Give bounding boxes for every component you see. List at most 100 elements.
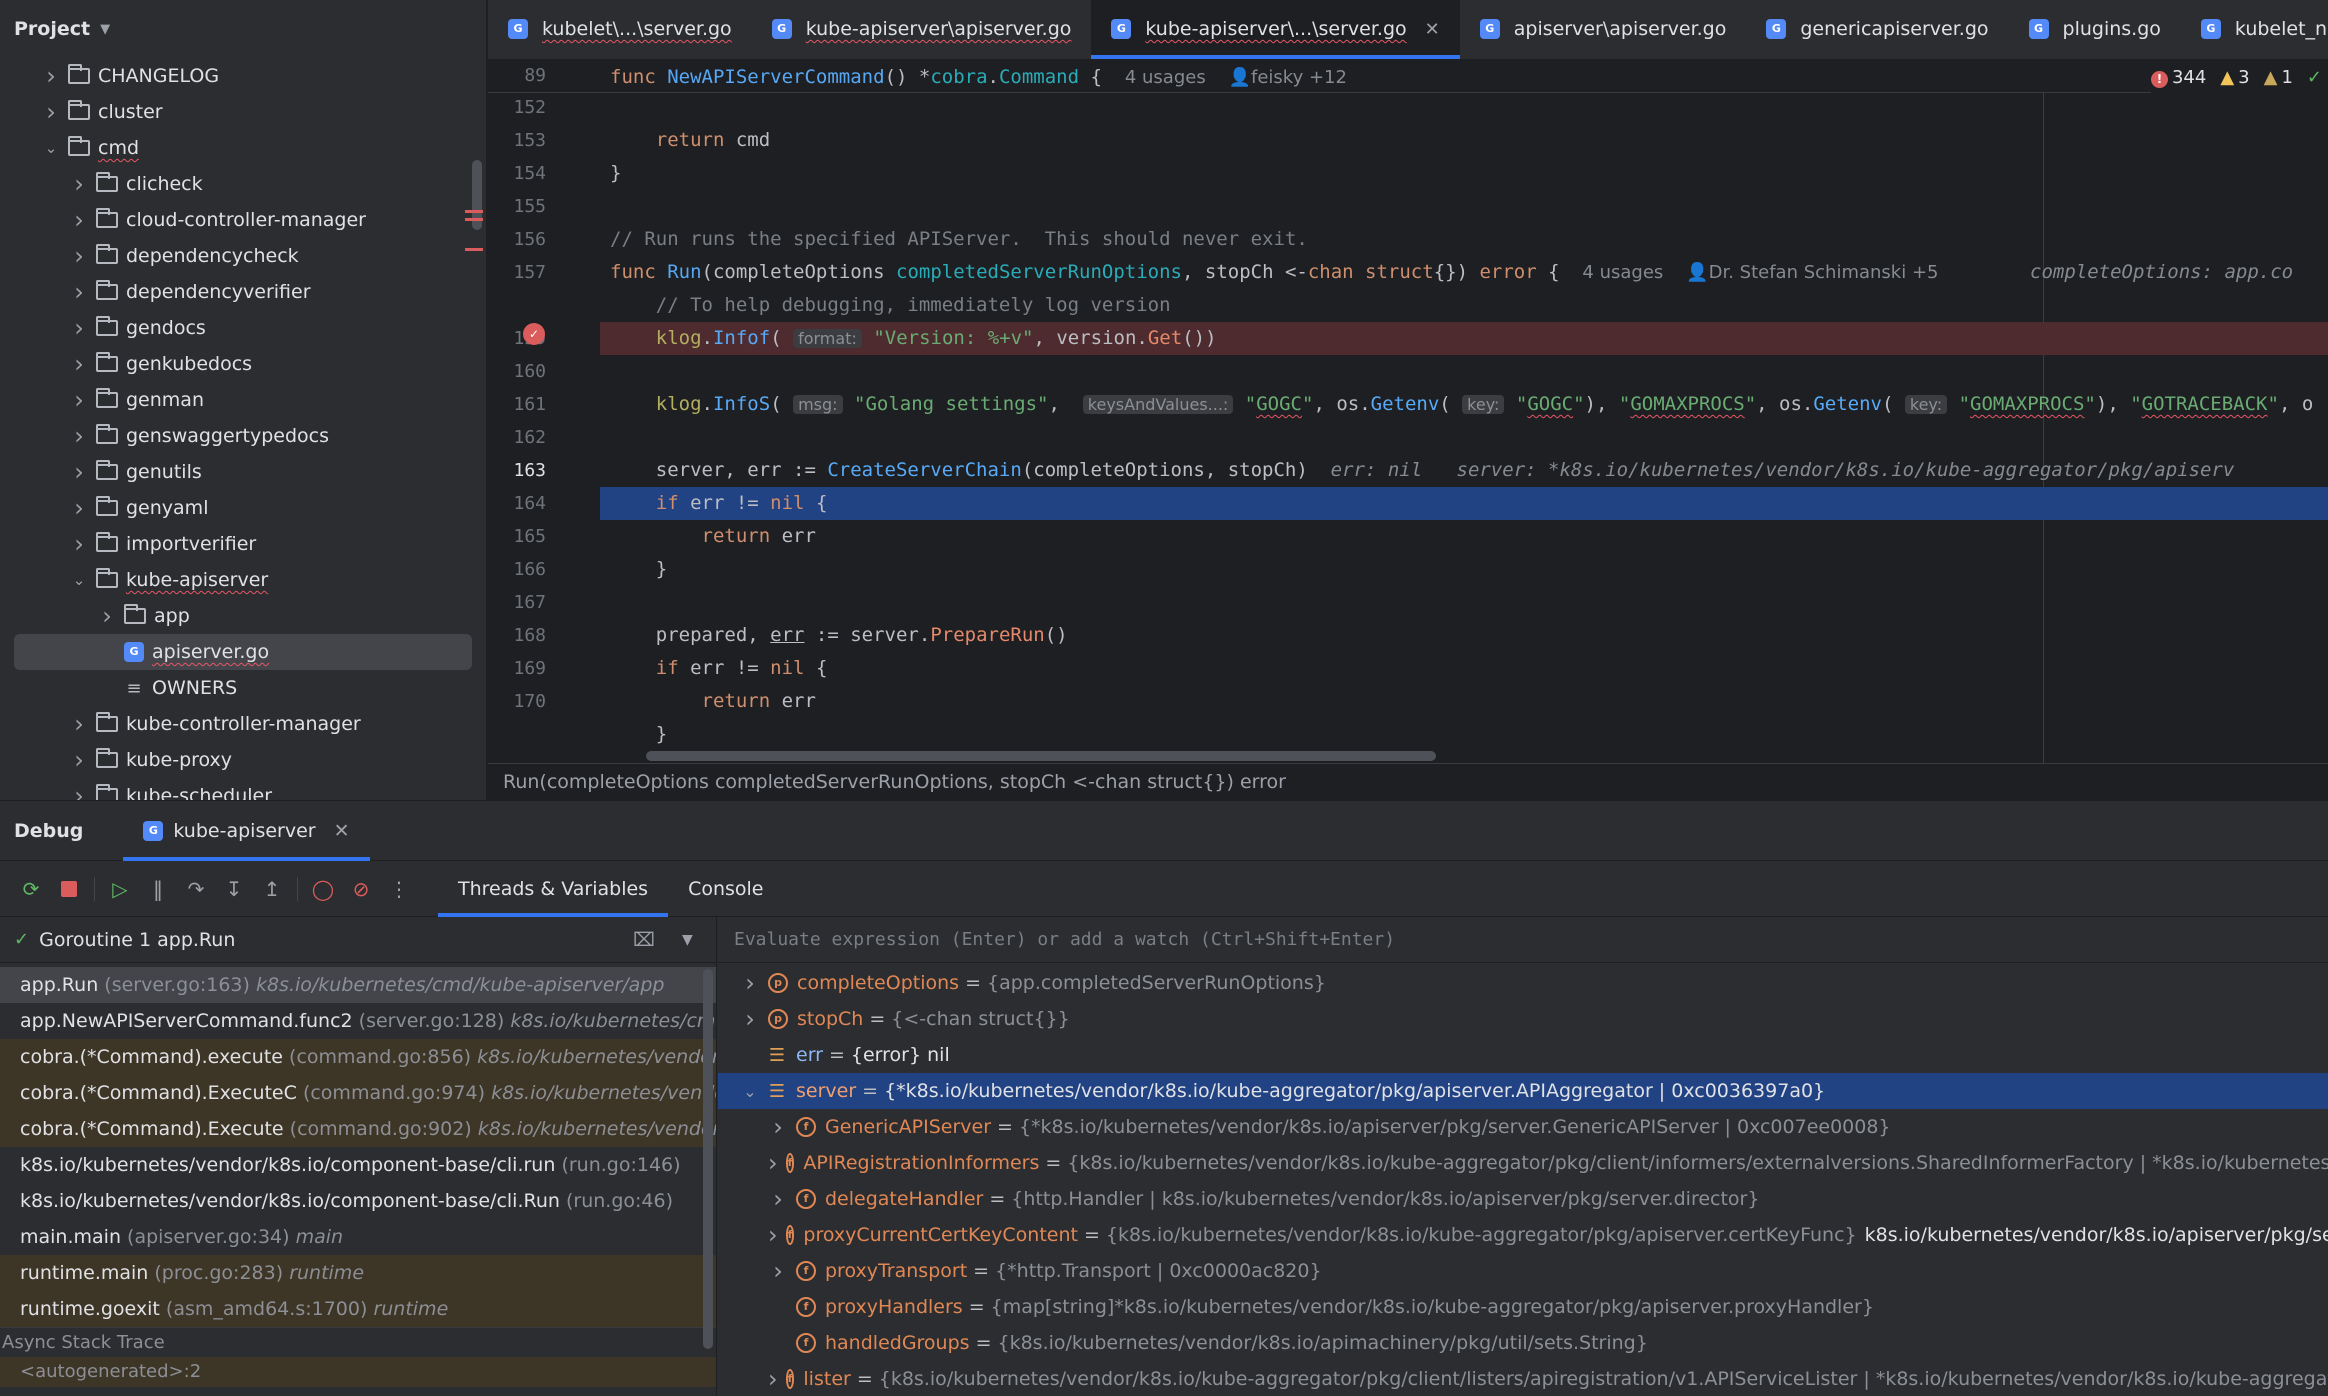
chevron-right-icon[interactable]: › xyxy=(68,422,90,450)
editor-tab[interactable]: Gkube-apiserver\...\server.go ✕ xyxy=(1091,0,1461,59)
editor-tab[interactable]: Gplugins.go xyxy=(2009,0,2181,59)
tree-item[interactable]: Gapiserver.go xyxy=(14,634,472,670)
chevron-down-icon[interactable]: ⌄ xyxy=(68,571,90,589)
variable-row[interactable]: f proxyHandlers = {map[string]*k8s.io/kuber… xyxy=(718,1289,2328,1325)
chevron-right-icon[interactable]: › xyxy=(68,314,90,342)
chevron-down-icon[interactable]: ▼ xyxy=(682,932,693,948)
weak-warning-count[interactable]: ▲ 1 xyxy=(2264,67,2293,88)
variable-row[interactable]: › f proxyTransport = {*http.Transport | 0xc0… xyxy=(718,1253,2328,1289)
step-into-icon[interactable]: ↧ xyxy=(215,870,253,908)
tree-item[interactable]: › dependencyverifier xyxy=(0,274,486,310)
view-breakpoints-icon[interactable]: ◯ xyxy=(304,870,342,908)
tree-item[interactable]: › genman xyxy=(0,382,486,418)
chevron-down-icon[interactable]: ⌄ xyxy=(40,139,62,157)
chevron-down-icon[interactable]: ⌄ xyxy=(740,1082,760,1101)
chevron-right-icon[interactable]: › xyxy=(68,458,90,486)
tree-item[interactable]: › genkubedocs xyxy=(0,346,486,382)
pause-icon[interactable]: ‖ xyxy=(139,870,177,908)
chevron-right-icon[interactable]: › xyxy=(768,1221,778,1249)
variable-row[interactable]: › p stopCh = {<-chan struct{}} xyxy=(718,1001,2328,1037)
chevron-right-icon[interactable]: › xyxy=(768,1185,788,1213)
frames-scrollbar[interactable] xyxy=(703,969,713,1349)
variable-row[interactable]: › f delegateHandler = {http.Handler | k8s.io… xyxy=(718,1181,2328,1217)
tree-item[interactable]: › kube-scheduler xyxy=(0,778,486,800)
tree-item[interactable]: › CHANGELOG xyxy=(0,58,486,94)
stack-frame[interactable]: app.Run (server.go:163) k8s.io/kubernete… xyxy=(0,967,716,1003)
sticky-author[interactable]: feisky +12 xyxy=(1251,67,1347,88)
tree-item[interactable]: › importverifier xyxy=(0,526,486,562)
run-usages[interactable]: 4 usages xyxy=(1582,262,1663,283)
variable-row[interactable]: › f APIRegistrationInformers = {k8s.io/kuber… xyxy=(718,1145,2328,1181)
project-header[interactable]: Project ▼ xyxy=(0,0,486,58)
step-out-icon[interactable]: ↥ xyxy=(253,870,291,908)
chevron-right-icon[interactable]: › xyxy=(740,969,760,997)
variable-row[interactable]: ☰ err = {error} nil xyxy=(718,1037,2328,1073)
tree-item[interactable]: › gendocs xyxy=(0,310,486,346)
async-frame[interactable]: <autogenerated>:2 xyxy=(0,1357,716,1387)
chevron-right-icon[interactable]: › xyxy=(68,206,90,234)
chevron-right-icon[interactable]: › xyxy=(68,710,90,738)
chevron-right-icon[interactable]: › xyxy=(68,782,90,800)
tree-item[interactable]: › cloud-controller-manager xyxy=(0,202,486,238)
stack-frame[interactable]: app.NewAPIServerCommand.func2 (server.go… xyxy=(0,1003,716,1039)
chevron-right-icon[interactable]: › xyxy=(68,746,90,774)
tab-threads-variables[interactable]: Threads & Variables xyxy=(438,861,669,917)
chevron-right-icon[interactable]: › xyxy=(68,278,90,306)
rerun-icon[interactable]: ⟳ xyxy=(12,870,50,908)
editor-tab[interactable]: Gkubelet_netw xyxy=(2181,0,2328,59)
editor-horizontal-scrollbar[interactable] xyxy=(646,751,1436,761)
chevron-right-icon[interactable]: › xyxy=(768,1257,788,1285)
tree-item[interactable]: ⌄ cmd xyxy=(0,130,486,166)
evaluate-expression-input[interactable]: Evaluate expression (Enter) or add a wat… xyxy=(718,917,2328,963)
tab-console[interactable]: Console xyxy=(668,861,783,917)
project-title[interactable]: Project xyxy=(14,18,90,40)
line-gutter[interactable]: 1511521531541551561571591601611621631641… xyxy=(488,61,598,763)
warning-count[interactable]: ▲ 3 xyxy=(2220,67,2249,88)
filter-icon[interactable]: ⌧ xyxy=(633,929,655,951)
stack-frame[interactable]: cobra.(*Command).Execute (command.go:902… xyxy=(0,1111,716,1147)
tree-item[interactable]: › clicheck xyxy=(0,166,486,202)
stack-frame[interactable]: k8s.io/kubernetes/vendor/k8s.io/componen… xyxy=(0,1183,716,1219)
close-icon[interactable]: ✕ xyxy=(1425,19,1440,40)
chevron-right-icon[interactable]: › xyxy=(768,1365,778,1393)
chevron-right-icon[interactable]: › xyxy=(68,350,90,378)
stack-frame[interactable]: k8s.io/kubernetes/vendor/k8s.io/componen… xyxy=(0,1147,716,1183)
close-icon[interactable]: ✕ xyxy=(334,820,350,842)
stop-icon[interactable] xyxy=(50,870,88,908)
variable-row[interactable]: › f proxyCurrentCertKeyContent = {k8s.io/kub… xyxy=(718,1217,2328,1253)
tree-item[interactable]: › genyaml xyxy=(0,490,486,526)
chevron-right-icon[interactable]: › xyxy=(68,242,90,270)
debug-session-tab[interactable]: G kube-apiserver ✕ xyxy=(123,801,370,861)
chevron-right-icon[interactable]: › xyxy=(768,1149,778,1177)
tree-item[interactable]: › genutils xyxy=(0,454,486,490)
variable-row[interactable]: › f lister = {k8s.io/kubernetes/vendor/k8s.i… xyxy=(718,1361,2328,1396)
stack-frame[interactable]: cobra.(*Command).ExecuteC (command.go:97… xyxy=(0,1075,716,1111)
chevron-right-icon[interactable]: › xyxy=(68,170,90,198)
variable-row[interactable]: ⌄ ☰ server = {*k8s.io/kubernetes/vendor/k8s.… xyxy=(718,1073,2328,1109)
tree-item[interactable]: ≡ OWNERS xyxy=(0,670,486,706)
tree-item[interactable]: › dependencycheck xyxy=(0,238,486,274)
stack-frame[interactable]: runtime.goexit (asm_amd64.s:1700) runtim… xyxy=(0,1291,716,1327)
stack-frame[interactable]: main.main (apiserver.go:34) main xyxy=(0,1219,716,1255)
chevron-right-icon[interactable]: › xyxy=(768,1113,788,1141)
stack-frame[interactable]: cobra.(*Command).execute (command.go:856… xyxy=(0,1039,716,1075)
variable-row[interactable]: f handledGroups = {k8s.io/kubernetes/vendor… xyxy=(718,1325,2328,1361)
chevron-right-icon[interactable]: › xyxy=(68,530,90,558)
chevron-down-icon[interactable]: ▼ xyxy=(100,22,110,37)
sticky-usages[interactable]: 4 usages xyxy=(1125,67,1206,88)
error-count[interactable]: ! 344 xyxy=(2150,67,2206,88)
problems-indicator[interactable]: ! 344 ▲ 3 ▲ 1 ✓ xyxy=(2150,61,2328,93)
chevron-right-icon[interactable]: › xyxy=(68,494,90,522)
tree-item[interactable]: › cluster xyxy=(0,94,486,130)
editor-tab[interactable]: Gkubelet\...\server.go xyxy=(488,0,752,59)
resume-icon[interactable]: ▷ xyxy=(101,870,139,908)
chevron-right-icon[interactable]: › xyxy=(68,386,90,414)
thread-selector[interactable]: ✓ Goroutine 1 app.Run ⌧ ▼ xyxy=(0,917,716,963)
tree-item[interactable]: ⌄ kube-apiserver xyxy=(0,562,486,598)
breakpoint-icon[interactable]: ✓ xyxy=(523,323,545,345)
step-over-icon[interactable]: ↷ xyxy=(177,870,215,908)
variable-row[interactable]: › f GenericAPIServer = {*k8s.io/kubernetes/v… xyxy=(718,1109,2328,1145)
run-author[interactable]: Dr. Stefan Schimanski +5 xyxy=(1709,262,1939,283)
sticky-function-header[interactable]: 89 func NewAPIServerCommand() *cobra.Com… xyxy=(488,61,2328,93)
tree-item[interactable]: › app xyxy=(0,598,486,634)
